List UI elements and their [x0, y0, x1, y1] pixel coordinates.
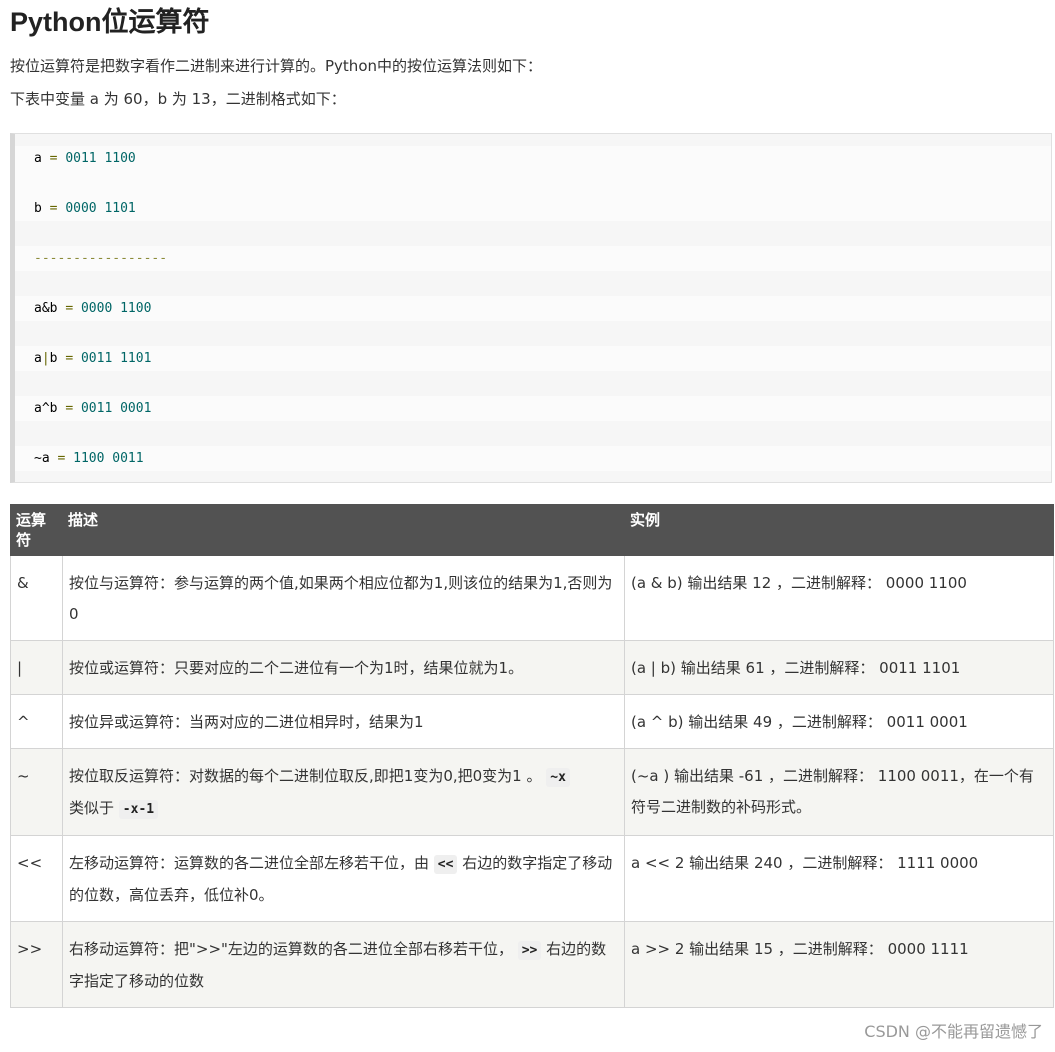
code-token: 0011 1101	[80, 351, 152, 366]
code-token: =	[65, 351, 74, 366]
inline-code: >>	[517, 941, 542, 960]
code-line-b: b = 0000 1101	[15, 196, 1051, 221]
code-line-blank	[15, 171, 1051, 196]
intro-paragraph: 按位运算符是把数字看作二进制来进行计算的。Python中的按位运算法则如下：	[10, 57, 542, 75]
code-token: =	[65, 401, 74, 416]
cell-operator: |	[10, 640, 63, 695]
page-title: Python位运算符	[10, 7, 210, 37]
cell-description: 按位与运算符：参与运算的两个值,如果两个相应位都为1,则该位的结果为1,否则为0	[62, 555, 625, 641]
code-token: a	[34, 151, 42, 166]
code-token: 1100 0011	[73, 451, 144, 466]
table-row: | 按位或运算符：只要对应的二个二进位有一个为1时，结果位就为1。 (a | b…	[10, 640, 1054, 695]
code-token: b	[49, 351, 58, 366]
description-text: 左移动运算符：运算数的各二进位全部左移若干位，由	[69, 854, 430, 872]
variables-paragraph: 下表中变量 a 为 60，b 为 13，二进制格式如下：	[10, 90, 346, 108]
header-operator: 运算符	[10, 504, 63, 556]
cell-description: 左移动运算符：运算数的各二进位全部左移若干位，由 << 右边的数字指定了移动的位…	[62, 835, 625, 922]
inline-code: ~x	[546, 768, 570, 787]
code-token: a&b	[34, 301, 58, 316]
code-token: ~a	[34, 451, 58, 466]
code-line-a: a = 0011 1100	[15, 146, 1051, 171]
code-token: a	[34, 351, 42, 366]
table-row: >> 右移动运算符：把">>"左边的运算数的各二进位全部右移若干位， >> 右边…	[10, 921, 1054, 1008]
code-token: =	[49, 201, 58, 216]
inline-code: <<	[433, 855, 458, 874]
code-token: b	[34, 201, 42, 216]
code-line-xor: a^b = 0011 0001	[15, 396, 1051, 421]
code-line-or: a|b = 0011 1101	[15, 346, 1051, 371]
cell-operator: ^	[10, 694, 63, 749]
cell-example: (a | b) 输出结果 61 ，二进制解释： 0011 1101	[624, 640, 1054, 695]
code-token: 0000 1101	[65, 201, 136, 216]
cell-example: a >> 2 输出结果 15 ，二进制解释： 0000 1111	[624, 921, 1054, 1008]
code-token: a^b	[34, 401, 58, 416]
code-token: 0011 0001	[80, 401, 152, 416]
cell-example: (~a ) 输出结果 -61 ，二进制解释： 1100 0011，在一个有符号二…	[624, 748, 1054, 836]
table-row: << 左移动运算符：运算数的各二进位全部左移若干位，由 << 右边的数字指定了移…	[10, 835, 1054, 922]
table-row: ^ 按位异或运算符：当两对应的二进位相异时，结果为1 (a ^ b) 输出结果 …	[10, 694, 1054, 749]
cell-operator: &	[10, 555, 63, 641]
cell-example: a << 2 输出结果 240 ，二进制解释： 1111 0000	[624, 835, 1054, 922]
watermark: CSDN @不能再留遗憾了	[864, 1022, 1043, 1041]
code-block: a = 0011 1100 b = 0000 1101 ------------…	[10, 133, 1052, 483]
cell-example: (a ^ b) 输出结果 49 ，二进制解释： 0011 0001	[624, 694, 1054, 749]
cell-operator: ~	[10, 748, 63, 836]
description-text: 按位取反运算符：对数据的每个二进制位取反,即把1变为0,把0变为1 。	[69, 767, 542, 785]
code-line-and: a&b = 0000 1100	[15, 296, 1051, 321]
table-header-row: 运算符 描述 实例	[10, 504, 1054, 556]
code-token: -----------------	[34, 251, 168, 266]
code-token: =	[57, 451, 66, 466]
cell-description: 右移动运算符：把">>"左边的运算数的各二进位全部右移若干位， >> 右边的数字…	[62, 921, 625, 1008]
operators-table: 运算符 描述 实例 & 按位与运算符：参与运算的两个值,如果两个相应位都为1,则…	[10, 504, 1054, 1008]
code-line-not: ~a = 1100 0011	[15, 446, 1051, 471]
code-token: 0011 1100	[65, 151, 136, 166]
cell-description: 按位取反运算符：对数据的每个二进制位取反,即把1变为0,把0变为1 。 ~x 类…	[62, 748, 625, 836]
code-token: 0000 1100	[80, 301, 152, 316]
inline-code: -x-1	[118, 800, 159, 819]
description-text: 右移动运算符：把">>"左边的运算数的各二进位全部右移若干位，	[69, 940, 513, 958]
cell-description: 按位异或运算符：当两对应的二进位相异时，结果为1	[62, 694, 625, 749]
description-text: 类似于	[69, 799, 115, 817]
cell-description: 按位或运算符：只要对应的二个二进位有一个为1时，结果位就为1。	[62, 640, 625, 695]
table-row: & 按位与运算符：参与运算的两个值,如果两个相应位都为1,则该位的结果为1,否则…	[10, 555, 1054, 641]
cell-example: (a & b) 输出结果 12 ，二进制解释： 0000 1100	[624, 555, 1054, 641]
header-example: 实例	[624, 504, 1054, 556]
cell-operator: >>	[10, 921, 63, 1008]
header-description: 描述	[62, 504, 625, 556]
code-token: =	[49, 151, 58, 166]
code-token: =	[65, 301, 74, 316]
code-line-dashes: -----------------	[15, 246, 1051, 271]
cell-operator: <<	[10, 835, 63, 922]
table-row: ~ 按位取反运算符：对数据的每个二进制位取反,即把1变为0,把0变为1 。 ~x…	[10, 748, 1054, 836]
